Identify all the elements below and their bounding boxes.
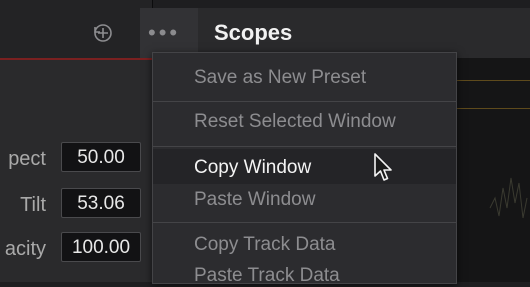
mouse-cursor-icon: [374, 153, 392, 181]
context-menu: Save as New Preset Reset Selected Window…: [152, 52, 457, 287]
tracker-panel-header: [0, 0, 152, 60]
menu-item-paste-track-data[interactable]: Paste Track Data: [194, 265, 340, 287]
menu-item-save-as-new-preset[interactable]: Save as New Preset: [194, 67, 366, 89]
scope-display: [455, 58, 530, 282]
more-options-icon[interactable]: •••: [148, 20, 180, 46]
scope-trace-line: [455, 80, 530, 81]
reset-icon[interactable]: [92, 22, 114, 44]
menu-item-paste-window[interactable]: Paste Window: [194, 189, 315, 211]
opacity-label: acity: [4, 238, 46, 260]
page-title: Scopes: [214, 20, 293, 45]
opacity-value[interactable]: 100.00: [61, 232, 141, 262]
menu-item-copy-window[interactable]: Copy Window: [194, 157, 311, 179]
aspect-label: pect: [8, 148, 46, 170]
tilt-label: Tilt: [20, 194, 46, 216]
aspect-value[interactable]: 50.00: [61, 142, 141, 172]
tilt-value[interactable]: 53.06: [61, 188, 141, 218]
scope-trace-line: [455, 108, 530, 109]
menu-separator: [153, 146, 456, 147]
menu-item-reset-selected-window[interactable]: Reset Selected Window: [194, 111, 396, 133]
menu-item-copy-track-data[interactable]: Copy Track Data: [194, 234, 336, 256]
menu-separator: [153, 101, 456, 102]
menu-separator: [153, 222, 456, 223]
